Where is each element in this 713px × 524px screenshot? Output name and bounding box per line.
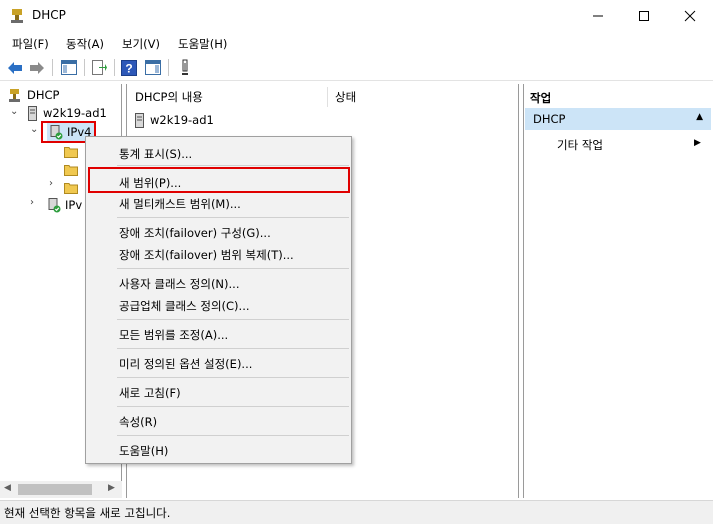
show-hide-action-pane-button[interactable] [143, 58, 163, 77]
dhcp-root-icon [9, 88, 20, 102]
scroll-left-icon[interactable]: ◀ [4, 483, 11, 493]
close-icon [684, 10, 696, 22]
help-question-icon: ? [121, 59, 137, 76]
window-title: DHCP [32, 8, 66, 22]
actions-title: 작업 [530, 91, 552, 105]
show-hide-console-tree-button[interactable] [59, 58, 79, 77]
menu-separator [117, 435, 349, 436]
close-button[interactable] [667, 0, 713, 32]
svg-text:?: ? [125, 61, 132, 75]
menu-separator [117, 319, 349, 320]
help-button[interactable]: ? [119, 58, 139, 77]
export-list-button[interactable] [89, 58, 109, 77]
menu-separator [117, 268, 349, 269]
status-bar: 현재 선택한 항목을 새로 고칩니다. [0, 500, 713, 524]
folder-icon [64, 182, 78, 194]
maximize-icon [639, 11, 649, 21]
forward-arrow-icon [30, 61, 44, 74]
actions-section-label: DHCP [533, 112, 566, 126]
ctx-define-user-classes[interactable]: 사용자 클래스 정의(N)... [119, 276, 240, 292]
actions-more-actions[interactable]: 기타 작업 [557, 137, 603, 153]
menu-view[interactable]: 보기(V) [122, 36, 160, 52]
tree-label-server: w2k19-ad1 [43, 106, 107, 120]
folder-icon [64, 146, 78, 158]
menu-action[interactable]: 동작(A) [66, 36, 104, 52]
dhcp-app-icon [9, 8, 25, 24]
menu-file[interactable]: 파일(F) [12, 36, 49, 52]
chevron-right-icon[interactable]: › [49, 178, 53, 189]
status-text: 현재 선택한 항목을 새로 고칩니다. [4, 506, 171, 520]
ctx-configure-failover[interactable]: 장애 조치(failover) 구성(G)... [119, 225, 271, 241]
menu-separator [117, 348, 349, 349]
menu-bar: 파일(F) 동작(A) 보기(V) 도움말(H) [0, 32, 713, 54]
collapse-up-icon[interactable]: ▲ [696, 112, 703, 122]
toolbar: ? [0, 54, 713, 81]
minimize-button[interactable] [575, 0, 621, 32]
tree-item-dhcp-root[interactable]: DHCP [7, 86, 59, 104]
ctx-new-multicast-scope[interactable]: 새 멀티캐스트 범위(M)... [119, 196, 241, 212]
chevron-down-icon[interactable]: ⌄ [30, 124, 38, 135]
toolbar-separator [168, 59, 169, 76]
ctx-define-vendor-classes[interactable]: 공급업체 클래스 정의(C)... [119, 298, 250, 314]
menu-separator [117, 377, 349, 378]
server-icon [28, 105, 37, 121]
tree-label-ipv6: IPv [65, 198, 83, 212]
toolbar-separator [52, 59, 53, 76]
ctx-reconcile-all-scopes[interactable]: 모든 범위를 조정(A)... [119, 327, 228, 343]
column-header-status[interactable]: 상태 [335, 89, 356, 105]
ctx-show-statistics[interactable]: 통계 표시(S)... [119, 146, 192, 162]
ctx-refresh[interactable]: 새로 고침(F) [119, 385, 181, 401]
ctx-help[interactable]: 도움말(H) [119, 443, 168, 459]
list-item-label: w2k19-ad1 [150, 113, 214, 127]
tree-item-child-1[interactable] [64, 142, 78, 160]
maximize-button[interactable] [621, 0, 667, 32]
chevron-down-icon[interactable]: ⌄ [10, 106, 18, 117]
new-scope-highlight-box [88, 167, 350, 193]
back-arrow-icon [8, 61, 22, 74]
column-separator[interactable] [327, 87, 328, 107]
tree-horizontal-scrollbar[interactable]: ◀ ▶ [0, 481, 122, 498]
tree-item-child-3[interactable] [64, 178, 78, 196]
toolbar-separator [114, 59, 115, 76]
action-pane-icon [145, 60, 161, 75]
ipv6-network-icon [48, 197, 61, 212]
menu-separator [117, 406, 349, 407]
toolbar-separator [84, 59, 85, 76]
minimize-icon [593, 15, 603, 17]
list-item-server[interactable]: w2k19-ad1 [135, 111, 214, 129]
tree-item-child-2[interactable] [64, 160, 78, 178]
menu-separator [117, 217, 349, 218]
chevron-right-icon[interactable]: › [30, 197, 34, 208]
tree-item-server[interactable]: w2k19-ad1 [28, 104, 107, 122]
scroll-right-icon[interactable]: ▶ [108, 483, 115, 493]
ctx-set-predefined-options[interactable]: 미리 정의된 옵션 설정(E)... [119, 356, 252, 372]
console-tree-icon [61, 60, 77, 75]
thermometer-icon [182, 59, 188, 75]
tree-label-dhcp: DHCP [27, 88, 60, 102]
menu-help[interactable]: 도움말(H) [178, 36, 227, 52]
menu-separator [117, 165, 349, 166]
actions-pane: 작업 DHCP ▲ 기타 작업 ▶ [523, 84, 713, 498]
server-icon [135, 112, 144, 128]
submenu-arrow-icon: ▶ [694, 138, 701, 148]
scrollbar-thumb[interactable] [18, 484, 92, 495]
tree-item-ipv6[interactable]: IPv [47, 196, 82, 214]
server-options-button[interactable] [175, 58, 195, 77]
actions-section-dhcp[interactable]: DHCP ▲ [525, 108, 711, 130]
column-header-name[interactable]: DHCP의 내용 [135, 89, 203, 105]
folder-icon [64, 164, 78, 176]
back-button[interactable] [5, 58, 25, 77]
title-bar: DHCP [0, 0, 713, 32]
ctx-replicate-failover-scopes[interactable]: 장애 조치(failover) 범위 복제(T)... [119, 247, 294, 263]
forward-button[interactable] [27, 58, 47, 77]
export-list-icon [92, 60, 107, 75]
ctx-properties[interactable]: 속성(R) [119, 414, 157, 430]
